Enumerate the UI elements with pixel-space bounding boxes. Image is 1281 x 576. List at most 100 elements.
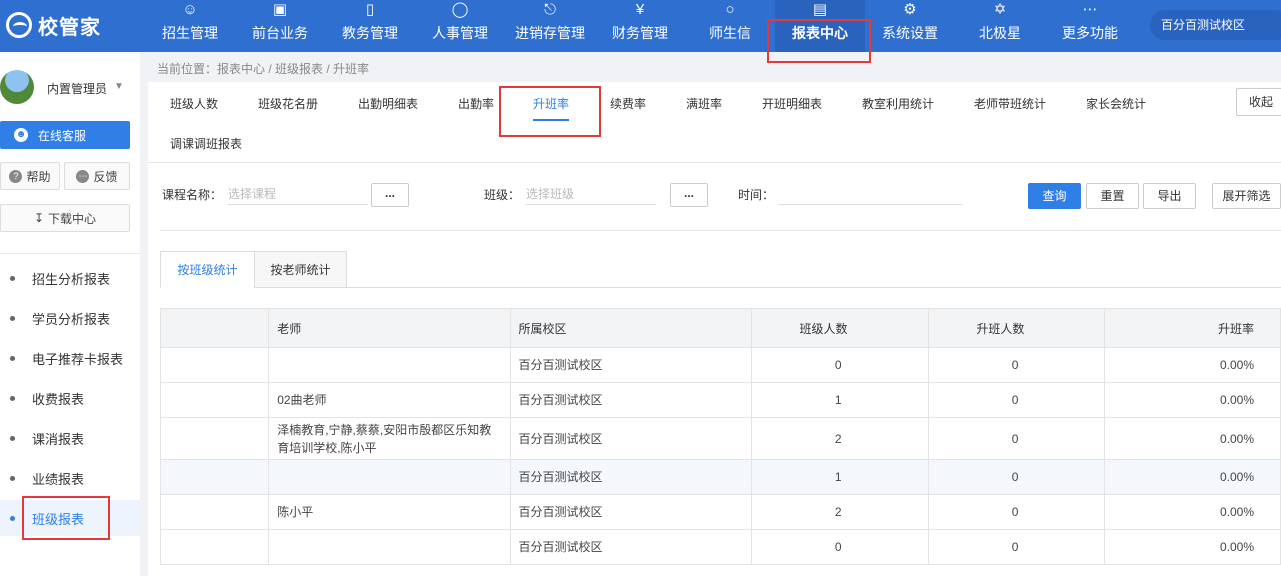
table-row[interactable]: 泽楠教育,宁静,蔡蔡,安阳市殷都区乐知教育培训学校,陈小平 百分百测试校区 2 … xyxy=(159,417,1281,460)
star-icon: ✡ xyxy=(993,1,1007,18)
question-icon: ? xyxy=(9,169,23,183)
col-header-teacher[interactable]: 老师 xyxy=(268,308,511,348)
user-add-icon: ☺ xyxy=(182,1,198,18)
chart-icon: ▤ xyxy=(812,1,828,18)
user-name[interactable]: 内置管理员 xyxy=(47,80,107,97)
nav-item-reports[interactable]: ▤ 报表中心 xyxy=(775,0,865,52)
time-label: 时间： xyxy=(738,188,775,202)
tab-classroom-usage[interactable]: 教室利用统计 xyxy=(862,95,934,121)
book-icon: ▯ xyxy=(365,1,375,18)
sidebar-item-class-consumption[interactable]: 课消报表 xyxy=(0,420,140,456)
breadcrumb: 当前位置：报表中心 / 班级报表 / 升班率 xyxy=(157,62,370,76)
sidebar-item-class-reports[interactable]: 班级报表 xyxy=(0,500,140,536)
online-service-button[interactable]: ☻ 在线客服 xyxy=(0,121,130,149)
nav-item-polaris[interactable]: ✡ 北极星 xyxy=(960,0,1040,52)
col-header-campus[interactable]: 所属校区 xyxy=(509,308,752,348)
data-table: 老师 所属校区 班级人数 升班人数 升班率 百分百测试校区 0 0 0.00% … xyxy=(159,308,1281,565)
gear-icon: ⚙ xyxy=(903,1,917,18)
nav-item-inventory[interactable]: ⎋ 进销存管理 xyxy=(505,0,595,52)
nav-item-settings[interactable]: ⚙ 系统设置 xyxy=(870,0,950,52)
bullet-icon xyxy=(10,316,15,321)
person-icon: ◯ xyxy=(451,1,469,18)
sidebar: 内置管理员 ▼ ☻ 在线客服 ? 帮助 ⋯ 反馈 ↧ 下载中心 招生分析报表 学… xyxy=(0,52,140,576)
main-panel: 班级人数 班级花名册 出勤明细表 出勤率 升班率 续费率 满班率 开班明细表 教… xyxy=(148,82,1281,576)
download-center-button[interactable]: ↧ 下载中心 xyxy=(0,204,130,232)
table-row[interactable]: 百分百测试校区 0 0 0.00% xyxy=(159,529,1281,565)
chevron-down-icon[interactable]: ▼ xyxy=(114,81,124,92)
tab-parent-meeting-stats[interactable]: 家长会统计 xyxy=(1086,95,1146,121)
chat-bubble-icon: ☻ xyxy=(14,128,28,142)
more-icon: ⋯ xyxy=(1082,1,1098,18)
box-arrow-icon: ⎋ xyxy=(544,1,556,18)
tab-class-count[interactable]: 班级人数 xyxy=(170,95,218,121)
col-header-promoted[interactable]: 升班人数 xyxy=(927,308,1106,348)
table-row[interactable]: 02曲老师 百分百测试校区 1 0 0.00% xyxy=(159,382,1281,418)
tab-renewal-rate[interactable]: 续费率 xyxy=(610,95,646,121)
table-header-row: 老师 所属校区 班级人数 升班人数 升班率 xyxy=(159,308,1281,348)
sidebar-item-referral-card[interactable]: 电子推荐卡报表 xyxy=(0,340,140,376)
chat-icon: ○ xyxy=(725,1,735,18)
nav-item-messages[interactable]: ○ 师生信 xyxy=(690,0,770,52)
tab-reschedule-report[interactable]: 调课调班报表 xyxy=(170,135,242,161)
tabs-divider xyxy=(148,162,1281,163)
bullet-icon xyxy=(10,356,15,361)
tab-promotion-rate[interactable]: 升班率 xyxy=(533,95,570,121)
col-header-class-size[interactable]: 班级人数 xyxy=(750,308,929,348)
course-input[interactable] xyxy=(228,183,368,205)
help-button[interactable]: ? 帮助 xyxy=(0,162,60,190)
nav-item-academic[interactable]: ▯ 教务管理 xyxy=(330,0,410,52)
tab-attendance-rate[interactable]: 出勤率 xyxy=(458,95,494,121)
bullet-icon xyxy=(10,436,15,441)
nav-item-front-desk[interactable]: ▣ 前台业务 xyxy=(240,0,320,52)
tab-class-opening-detail[interactable]: 开班明细表 xyxy=(762,95,822,121)
yen-icon: ¥ xyxy=(635,1,645,18)
bullet-icon xyxy=(10,476,15,481)
bullet-icon xyxy=(10,276,15,281)
filter-divider xyxy=(160,230,1281,231)
nav-item-hr[interactable]: ◯ 人事管理 xyxy=(420,0,500,52)
expand-filter-button[interactable]: 展开筛选 xyxy=(1212,183,1281,209)
sidebar-divider xyxy=(0,253,140,254)
time-input[interactable] xyxy=(778,183,962,205)
table-row[interactable]: 陈小平 百分百测试校区 2 0 0.00% xyxy=(159,494,1281,530)
logo-icon xyxy=(6,12,32,38)
table-row[interactable]: 百分百测试校区 1 0 0.00% xyxy=(159,459,1281,495)
download-icon: ↧ xyxy=(33,211,45,225)
reset-button[interactable]: 重置 xyxy=(1086,183,1139,209)
col-header-promotion-rate[interactable]: 升班率 xyxy=(1104,308,1281,348)
school-selector[interactable]: 百分百测试校区 xyxy=(1150,10,1281,40)
logo-text: 校管家 xyxy=(38,16,101,39)
tab-by-teacher[interactable]: 按老师统计 xyxy=(254,251,347,288)
comment-icon: ⋯ xyxy=(76,169,90,183)
sidebar-item-performance[interactable]: 业绩报表 xyxy=(0,460,140,496)
logo[interactable]: 校管家 xyxy=(6,8,101,42)
monitor-icon: ▣ xyxy=(272,1,288,18)
tab-class-roster[interactable]: 班级花名册 xyxy=(258,95,318,121)
sidebar-item-enrollment-analysis[interactable]: 招生分析报表 xyxy=(0,260,140,296)
avatar[interactable] xyxy=(0,70,34,104)
top-nav-bar: 校管家 ☺ 招生管理 ▣ 前台业务 ▯ 教务管理 ◯ 人事管理 ⎋ 进销存管理 … xyxy=(0,0,1281,52)
nav-item-finance[interactable]: ¥ 财务管理 xyxy=(600,0,680,52)
online-service-label: 在线客服 xyxy=(38,128,87,143)
tab-by-class[interactable]: 按班级统计 xyxy=(160,251,255,288)
course-label: 课程名称： xyxy=(162,188,223,202)
nav-item-enrollment[interactable]: ☺ 招生管理 xyxy=(150,0,230,52)
col-header xyxy=(159,308,270,348)
class-picker-button[interactable]: ... xyxy=(670,183,708,207)
class-input[interactable] xyxy=(526,183,656,205)
tab-full-class-rate[interactable]: 满班率 xyxy=(686,95,722,121)
tab-teacher-class-stats[interactable]: 老师带班统计 xyxy=(974,95,1046,121)
nav-item-more[interactable]: ⋯ 更多功能 xyxy=(1050,0,1130,52)
query-button[interactable]: 查询 xyxy=(1028,183,1081,209)
class-label: 班级： xyxy=(484,188,521,202)
collapse-button[interactable]: 收起 xyxy=(1236,88,1281,116)
sidebar-item-student-analysis[interactable]: 学员分析报表 xyxy=(0,300,140,336)
feedback-button[interactable]: ⋯ 反馈 xyxy=(64,162,130,190)
tab-attendance-detail[interactable]: 出勤明细表 xyxy=(358,95,418,121)
bullet-icon xyxy=(10,516,15,521)
course-picker-button[interactable]: ... xyxy=(371,183,409,207)
table-row[interactable]: 百分百测试校区 0 0 0.00% xyxy=(159,347,1281,383)
export-button[interactable]: 导出 xyxy=(1143,183,1196,209)
sidebar-item-fees[interactable]: 收费报表 xyxy=(0,380,140,416)
bullet-icon xyxy=(10,396,15,401)
